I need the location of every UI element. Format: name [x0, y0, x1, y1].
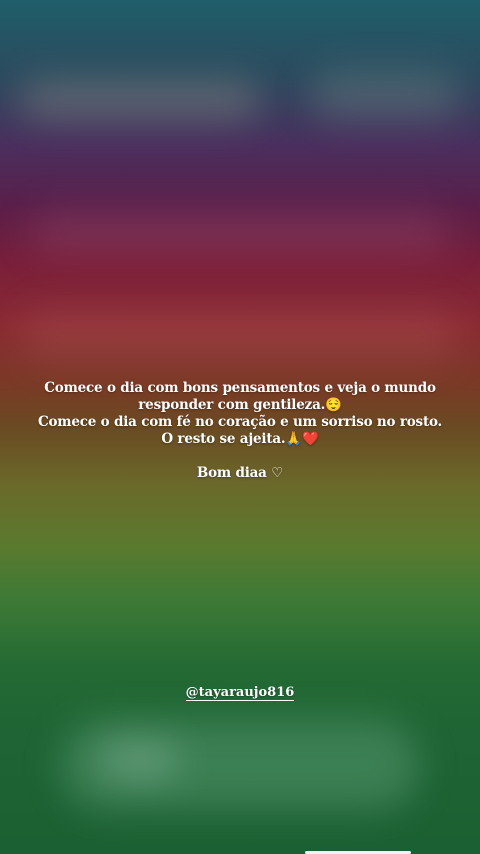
story-background: Comece o dia com bons pensamentos e veja… — [0, 0, 480, 854]
caption-line: responder com gentileza.😌 — [138, 397, 342, 413]
blurred-shape — [310, 70, 460, 120]
blurred-shape — [60, 720, 420, 810]
caption-line: O resto se ajeita.🙏❤️ — [161, 431, 319, 447]
greeting-text: Bom diaa ♡ — [196, 465, 284, 481]
caption-line: Comece o dia com bons pensamentos e veja… — [44, 380, 436, 396]
story-caption: Comece o dia com bons pensamentos e veja… — [20, 380, 460, 482]
blurred-shape — [30, 210, 450, 255]
mention-sticker[interactable]: @tayaraujo816 — [0, 684, 480, 702]
mention-username[interactable]: @tayaraujo816 — [185, 685, 295, 701]
caption-line: Comece o dia com fé no coração e um sorr… — [37, 414, 443, 430]
blurred-shape — [20, 80, 260, 120]
blurred-shape — [100, 740, 180, 780]
blurred-shape — [20, 310, 460, 360]
